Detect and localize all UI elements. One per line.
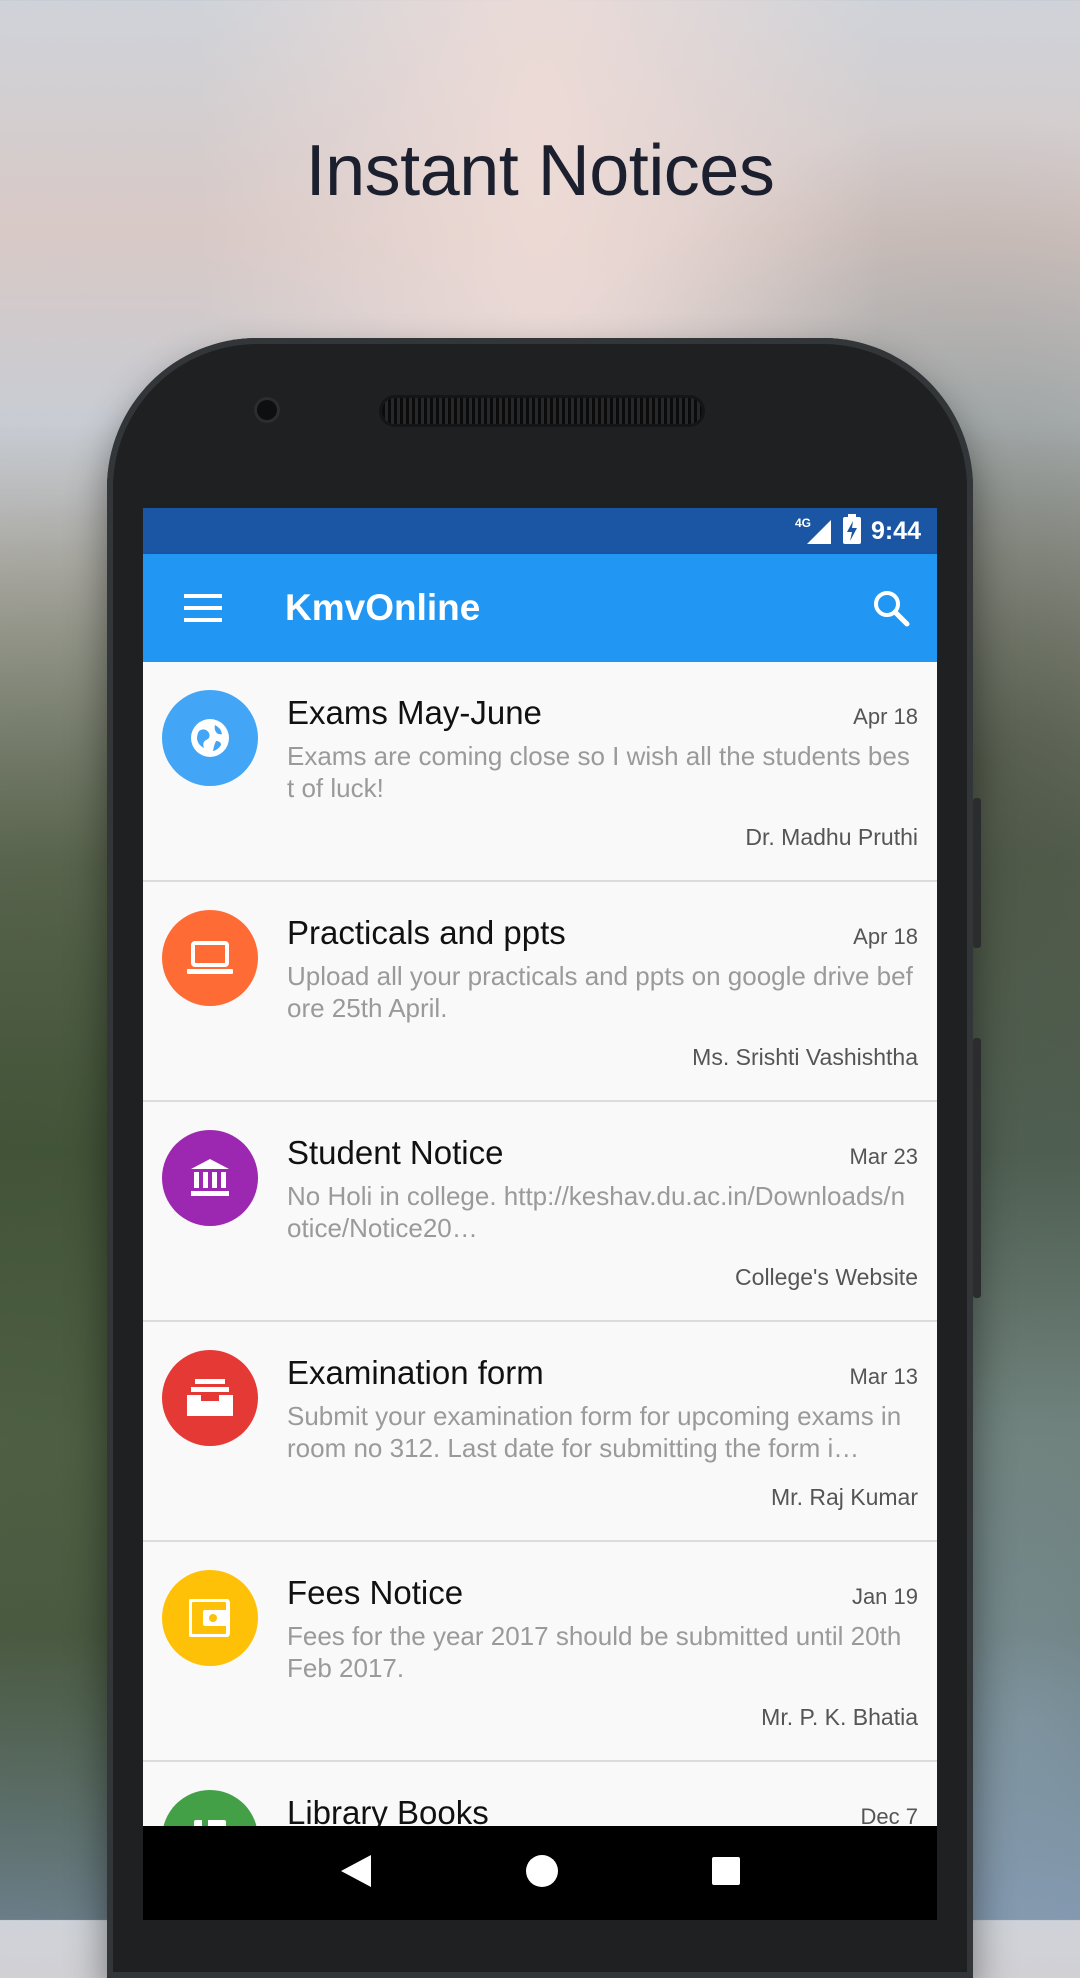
notice-body: Upload all your practicals and ppts on g… bbox=[287, 961, 913, 1023]
notice-author: Mr. Raj Kumar bbox=[771, 1484, 918, 1510]
notice-author: College's Website bbox=[735, 1264, 918, 1290]
notice-title: Examination form bbox=[287, 1354, 544, 1391]
notice-avatar bbox=[162, 1350, 258, 1446]
notice-title: Exams May-June bbox=[287, 694, 542, 731]
home-circle-icon bbox=[526, 1854, 558, 1887]
earpiece-speaker bbox=[382, 398, 702, 424]
promo-headline: Instant Notices bbox=[305, 131, 775, 211]
status-time: 9:44 bbox=[870, 516, 921, 545]
inbox-tray-icon bbox=[187, 1379, 233, 1416]
notice-avatar bbox=[162, 1130, 258, 1226]
laptop-icon bbox=[187, 941, 233, 974]
volume-button bbox=[973, 1038, 981, 1298]
notice-row[interactable]: Exams May-June Apr 18 Exams are coming c… bbox=[143, 662, 937, 882]
notice-row[interactable]: Examination form Mar 13 Submit your exam… bbox=[143, 1322, 937, 1542]
back-button[interactable] bbox=[339, 1853, 373, 1894]
battery-charging-icon bbox=[842, 513, 861, 549]
menu-button[interactable] bbox=[143, 554, 263, 662]
navigation-bar bbox=[143, 1826, 937, 1920]
notice-row[interactable]: Fees Notice Jan 19 Fees for the year 201… bbox=[143, 1542, 937, 1762]
notice-body: Submit your examination form for upcomin… bbox=[287, 1401, 902, 1463]
notice-date: Mar 13 bbox=[849, 1364, 918, 1389]
notice-title: Student Notice bbox=[287, 1134, 504, 1171]
notice-avatar bbox=[162, 910, 258, 1006]
notice-title: Fees Notice bbox=[287, 1574, 464, 1611]
notice-avatar bbox=[162, 1570, 258, 1666]
recents-square-icon bbox=[712, 1856, 740, 1885]
phone-screen: 4G 9:44 KmvOnline Exams May-June Apr 18 … bbox=[143, 508, 937, 1920]
network-icon: 4G bbox=[795, 516, 833, 546]
notice-date: Apr 18 bbox=[853, 704, 918, 729]
globe-icon bbox=[191, 719, 229, 757]
status-bar: 4G 9:44 bbox=[143, 508, 937, 554]
power-button bbox=[973, 798, 981, 948]
back-triangle-icon bbox=[341, 1854, 371, 1887]
notice-list: Exams May-June Apr 18 Exams are coming c… bbox=[143, 662, 937, 1920]
notice-date: Apr 18 bbox=[853, 924, 918, 949]
hamburger-icon bbox=[184, 594, 222, 622]
notice-date: Jan 19 bbox=[851, 1584, 918, 1609]
wallet-icon bbox=[189, 1599, 230, 1637]
home-button[interactable] bbox=[525, 1854, 559, 1893]
notice-body: Fees for the year 2017 should be submitt… bbox=[287, 1621, 902, 1683]
notice-body: No Holi in college. http://keshav.du.ac.… bbox=[287, 1181, 906, 1243]
notice-author: Ms. Srishti Vashishtha bbox=[692, 1044, 918, 1070]
app-bar: KmvOnline bbox=[143, 554, 937, 662]
notice-row[interactable]: Student Notice Mar 23 No Holi in college… bbox=[143, 1102, 937, 1322]
search-button[interactable] bbox=[863, 580, 919, 636]
notice-title: Practicals and ppts bbox=[287, 914, 566, 951]
recents-button[interactable] bbox=[711, 1856, 741, 1891]
front-camera bbox=[257, 400, 277, 420]
notice-row[interactable]: Practicals and ppts Apr 18 Upload all yo… bbox=[143, 882, 937, 1102]
bank-icon bbox=[191, 1159, 229, 1196]
notice-author: Dr. Madhu Pruthi bbox=[745, 824, 918, 850]
notice-body: Exams are coming close so I wish all the… bbox=[287, 741, 910, 803]
notice-date: Mar 23 bbox=[849, 1144, 918, 1169]
notice-author: Mr. P. K. Bhatia bbox=[761, 1704, 918, 1730]
search-icon bbox=[874, 591, 910, 627]
app-title: KmvOnline bbox=[285, 587, 481, 628]
notice-avatar bbox=[162, 690, 258, 786]
